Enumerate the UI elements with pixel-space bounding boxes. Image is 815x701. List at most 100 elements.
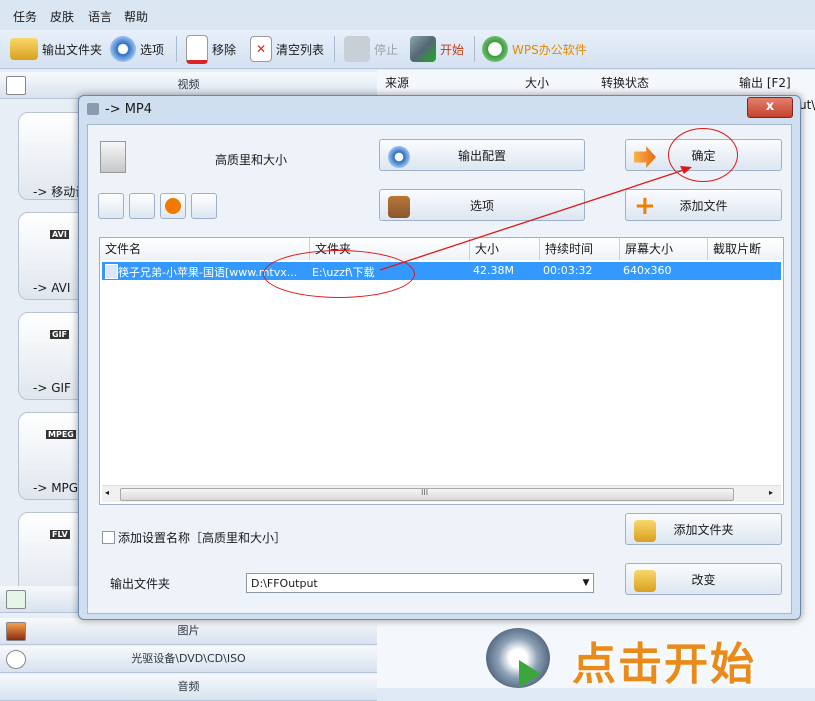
add-folder-label: 添加文件夹 [673, 522, 734, 537]
options-dialog-button[interactable]: 选项 [379, 189, 585, 221]
stop-label: 停止 [374, 42, 399, 57]
output-config-button[interactable]: 输出配置 [379, 139, 585, 171]
gif-tag: GIF [50, 330, 70, 339]
add-file-button[interactable]: + 添加文件 [625, 189, 782, 221]
cell-screen: 640x360 [623, 264, 672, 277]
mpeg-tag: MPEG [46, 430, 76, 439]
col-status[interactable]: 转换状态 [601, 74, 649, 91]
dialog-titlebar: -> MP4 x [79, 96, 800, 122]
video-category-label: 视频 [177, 78, 200, 91]
output-folder-label: 输出文件夹 [42, 42, 103, 57]
th-filename[interactable]: 文件名 [100, 238, 310, 260]
disc-category-header[interactable]: 光驱设备\DVD\CD\ISO [0, 646, 377, 673]
remove-icon [186, 34, 208, 64]
options-label: 选项 [140, 42, 165, 57]
info-icon[interactable] [191, 193, 217, 219]
change-button[interactable]: 改变 [625, 563, 782, 595]
horizontal-scrollbar[interactable]: ◂ III ▸ [102, 485, 781, 502]
start-banner-text[interactable]: 点击开始 [572, 628, 756, 692]
col-size[interactable]: 大小 [525, 74, 549, 91]
dialog-title: -> MP4 [105, 102, 153, 117]
plus-icon: + [634, 191, 656, 221]
col-output[interactable]: 输出 [F2] [739, 74, 791, 91]
th-screen-size[interactable]: 屏幕大小 [620, 238, 708, 260]
toolbar-divider [176, 36, 177, 62]
video-file-icon [105, 264, 118, 279]
format-avi-label: -> AVI [33, 281, 71, 295]
add-folder-button[interactable]: 添加文件夹 [625, 513, 782, 545]
picture-category-label: 图片 [177, 624, 200, 637]
format-gif-label: -> GIF [33, 381, 71, 395]
folder-camera-icon [634, 570, 656, 592]
clear-list-icon: ✕ [250, 36, 272, 62]
flv-tag: FLV [50, 530, 70, 539]
music-note-icon [6, 590, 26, 609]
scroll-right-icon[interactable]: ▸ [769, 488, 773, 497]
output-folder-button[interactable]: 输出文件夹 [10, 34, 102, 64]
change-label: 改变 [691, 572, 716, 587]
start-button[interactable]: 开始 [410, 34, 464, 64]
app-icon [87, 103, 99, 115]
scroll-thumb[interactable]: III [120, 488, 734, 501]
remove-button[interactable]: 移除 [186, 34, 236, 64]
output-config-label: 输出配置 [457, 148, 506, 163]
menu-help[interactable]: 帮助 [124, 8, 148, 25]
annotation-ellipse-ok [668, 128, 738, 182]
menu-language[interactable]: 语言 [88, 8, 112, 25]
th-duration[interactable]: 持续时间 [540, 238, 620, 260]
th-size[interactable]: 大小 [470, 238, 540, 260]
close-button[interactable]: x [747, 97, 793, 118]
clear-list-button[interactable]: ✕ 清空列表 [250, 34, 324, 64]
film-play-icon [410, 36, 436, 62]
toolbar: 输出文件夹 选项 移除 ✕ 清空列表 停止 开始 WPS办公软件 [0, 30, 815, 69]
delete-profile-icon[interactable] [129, 193, 155, 219]
table-row[interactable]: 筷子兄弟-小苹果-国语[www.mtvx... E:\uzzf\下载 42.38… [102, 262, 781, 280]
wps-label: WPS办公软件 [512, 42, 587, 57]
toolbar-divider [334, 36, 335, 62]
annotation-ellipse-folder [263, 250, 415, 298]
scroll-left-icon[interactable]: ◂ [105, 488, 109, 497]
wps-logo-icon [482, 36, 508, 62]
cell-duration: 00:03:32 [543, 264, 593, 277]
dialog-body: 高质里和大小 输出配置 选项 确定 + 添加文件 文件名 文件夹 大小 持续时间… [87, 124, 792, 614]
format-mpg-label: -> MPG [33, 481, 79, 495]
options-dialog-label: 选项 [469, 198, 494, 213]
add-setting-name-label: 添加设置名称［高质里和大小］ [118, 531, 287, 545]
clear-list-label: 清空列表 [276, 42, 325, 57]
film-settings-icon [388, 196, 410, 218]
th-clip[interactable]: 截取片断 [708, 238, 783, 260]
add-setting-name-checkbox[interactable] [102, 531, 115, 544]
menu-bar: 任务 皮肤 语言 帮助 [0, 0, 815, 30]
cell-size: 42.38M [473, 264, 514, 277]
folder-plus-icon [634, 520, 656, 542]
wps-button[interactable]: WPS办公软件 [482, 34, 587, 64]
folder-icon [10, 38, 38, 60]
menu-skin[interactable]: 皮肤 [50, 8, 74, 25]
config-gear-icon [388, 146, 410, 168]
start-label: 开始 [440, 42, 465, 57]
output-path-partial: ut\ [799, 98, 815, 112]
orange-arrow-icon [634, 146, 656, 168]
options-button[interactable]: 选项 [110, 34, 164, 64]
gear-icon [110, 36, 136, 62]
play-icon[interactable] [160, 193, 186, 219]
picture-category-header[interactable]: 图片 [0, 618, 377, 645]
col-source[interactable]: 来源 [385, 74, 409, 91]
audio-category-label: 音频 [177, 680, 200, 693]
avi-tag: AVI [50, 230, 69, 239]
mp4-profile-icon [100, 141, 126, 173]
picture-icon [6, 622, 26, 641]
file-table: 文件名 文件夹 大小 持续时间 屏幕大小 截取片断 筷子兄弟-小苹果-国语[ww… [99, 237, 784, 505]
chevron-down-icon[interactable]: ▼ [578, 573, 594, 593]
disc-category-label: 光驱设备\DVD\CD\ISO [131, 652, 246, 665]
remove-profile-icon[interactable] [98, 193, 124, 219]
stop-button[interactable]: 停止 [344, 34, 398, 64]
output-folder-select[interactable]: D:\FFOutput [246, 573, 594, 593]
menu-task[interactable]: 任务 [13, 8, 37, 25]
output-folder-label: 输出文件夹 [110, 577, 171, 591]
play-arrow-icon [519, 660, 541, 688]
scroll-grip: III [421, 488, 429, 497]
disc-drive-icon [6, 650, 26, 669]
remove-label: 移除 [212, 42, 237, 57]
toolbar-divider [474, 36, 475, 62]
